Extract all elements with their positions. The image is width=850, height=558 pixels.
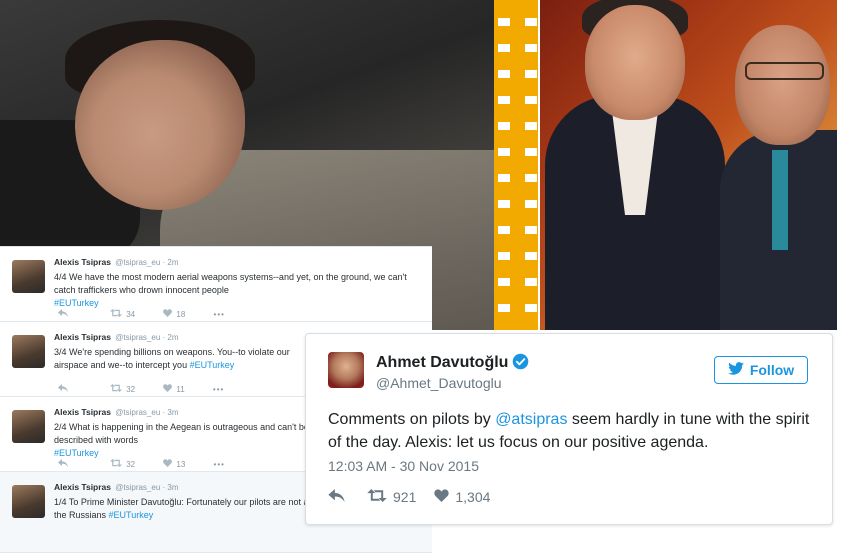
- divider-stripe-right: [525, 0, 537, 330]
- tweet-text: 2/4 What is happening in the Aegean is o…: [54, 421, 324, 460]
- retweet-count: 32: [126, 460, 136, 469]
- divider-stripe-left: [498, 0, 510, 330]
- avatar[interactable]: [12, 485, 45, 518]
- hashtag-link[interactable]: #EUTurkey: [54, 448, 99, 458]
- tweet-actions: 32 11 •••: [58, 384, 224, 394]
- more-icon[interactable]: •••: [213, 385, 224, 394]
- like-button[interactable]: 1,304: [434, 489, 490, 505]
- tweet-body: 3/4 We're spending billions on weapons. …: [54, 347, 290, 370]
- hashtag-link[interactable]: #EUTurkey: [109, 510, 154, 520]
- tweet-author-name[interactable]: Alexis Tsipras: [54, 407, 111, 417]
- tweet-text: Comments on pilots by @atsipras seem har…: [328, 408, 818, 454]
- retweet-count: 921: [393, 489, 417, 505]
- tweet-header: Alexis Tsipras @tsipras_eu · 2m: [54, 257, 179, 267]
- verified-icon: [512, 353, 529, 375]
- tweet-header: Alexis Tsipras @tsipras_eu · 3m: [54, 407, 179, 417]
- follow-label[interactable]: Follow: [750, 362, 794, 378]
- photo-shape-face: [75, 40, 245, 210]
- tweet-body: 4/4 We have the most modern aerial weapo…: [54, 272, 407, 295]
- like-icon[interactable]: 13: [163, 459, 185, 469]
- tweet-actions: 921 1,304: [328, 489, 490, 505]
- tweet-time[interactable]: · 2m: [163, 333, 179, 342]
- tweet-actions: 32 13 •••: [58, 459, 225, 469]
- mention-link[interactable]: @atsipras: [495, 411, 567, 428]
- reply-icon[interactable]: [328, 489, 345, 505]
- tweet-author-name[interactable]: Ahmet Davutoğlu: [376, 353, 529, 375]
- tweet-timestamp[interactable]: 12:03 AM - 30 Nov 2015: [328, 458, 479, 474]
- retweet-icon[interactable]: [367, 489, 387, 505]
- avatar[interactable]: [12, 335, 45, 368]
- tweet-author-name[interactable]: Alexis Tsipras: [54, 332, 111, 342]
- reply-icon[interactable]: [58, 384, 68, 394]
- like-icon[interactable]: [434, 489, 450, 505]
- tweet-handle[interactable]: @tsipras_eu: [115, 483, 160, 492]
- twitter-bird-icon: [728, 362, 744, 378]
- tweet-body-start: Comments on pilots by: [328, 411, 496, 428]
- like-count: 18: [176, 310, 186, 319]
- avatar[interactable]: [328, 352, 364, 388]
- more-icon[interactable]: •••: [214, 460, 225, 469]
- tweet-handle[interactable]: @tsipras_eu: [115, 408, 160, 417]
- tweet-time[interactable]: · 2m: [163, 258, 179, 267]
- like-icon[interactable]: 11: [163, 384, 185, 394]
- tweet-header: Alexis Tsipras @tsipras_eu · 3m: [54, 482, 179, 492]
- tweet-time[interactable]: · 3m: [163, 483, 179, 492]
- hashtag-link[interactable]: #EUTurkey: [54, 298, 99, 308]
- tweet-actions: 34 18 •••: [58, 309, 225, 319]
- retweet-icon[interactable]: 32: [110, 459, 135, 469]
- avatar[interactable]: [12, 410, 45, 443]
- retweet-icon[interactable]: 32: [110, 384, 135, 394]
- like-count: 1,304: [455, 489, 491, 505]
- follow-button[interactable]: Follow: [714, 356, 808, 384]
- embedded-tweet-card[interactable]: Ahmet Davutoğlu @Ahmet_Davutoglu Follow …: [305, 333, 833, 525]
- tweet-handle[interactable]: @tsipras_eu: [115, 258, 160, 267]
- retweet-button[interactable]: 921: [367, 489, 416, 505]
- like-count: 11: [176, 385, 185, 394]
- photo-shape-tie: [772, 150, 788, 250]
- reply-icon[interactable]: [58, 459, 68, 469]
- photo-shape-glasses: [745, 62, 824, 80]
- tweet-author-name[interactable]: Alexis Tsipras: [54, 482, 111, 492]
- photo-two-leaders: [540, 0, 837, 330]
- tweet-handle[interactable]: @Ahmet_Davutoglu: [376, 375, 502, 391]
- retweet-icon[interactable]: 34: [110, 309, 135, 319]
- tweet-header: Alexis Tsipras @tsipras_eu · 2m: [54, 332, 179, 342]
- hashtag-link[interactable]: #EUTurkey: [190, 360, 235, 370]
- tweet-author-name[interactable]: Alexis Tsipras: [54, 257, 111, 267]
- like-count: 13: [176, 460, 186, 469]
- tweet-time[interactable]: · 3m: [163, 408, 179, 417]
- tweet-text: 3/4 We're spending billions on weapons. …: [54, 346, 319, 372]
- more-icon[interactable]: •••: [214, 310, 225, 319]
- tweet-body: 2/4 What is happening in the Aegean is o…: [54, 422, 309, 445]
- retweet-count: 32: [126, 385, 136, 394]
- photo-shape-face-left: [585, 5, 685, 120]
- reply-icon[interactable]: [58, 309, 68, 319]
- author-name-text[interactable]: Ahmet Davutoğlu: [376, 354, 508, 371]
- like-icon[interactable]: 18: [163, 309, 185, 319]
- tweet-text: 4/4 We have the most modern aerial weapo…: [54, 271, 424, 310]
- avatar[interactable]: [12, 260, 45, 293]
- retweet-count: 34: [126, 310, 136, 319]
- photo-shape-face-right: [735, 25, 830, 145]
- tweet-item[interactable]: Alexis Tsipras @tsipras_eu · 2m 4/4 We h…: [0, 247, 432, 322]
- tweet-handle[interactable]: @tsipras_eu: [115, 333, 160, 342]
